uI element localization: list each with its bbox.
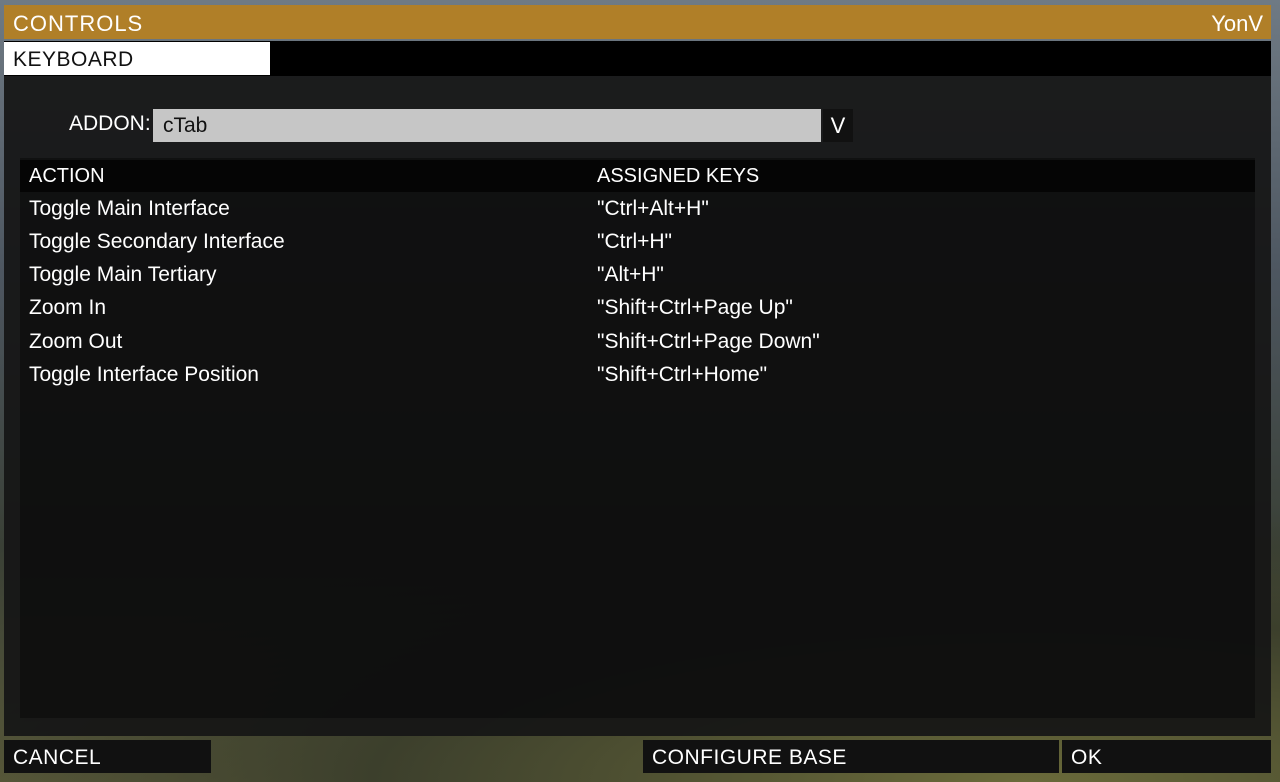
tab-bar: KEYBOARD bbox=[4, 41, 1271, 76]
cancel-button[interactable]: CANCEL bbox=[4, 740, 211, 773]
action-cell: Toggle Interface Position bbox=[29, 363, 259, 386]
keys-cell: "Ctrl+H" bbox=[597, 230, 672, 253]
keys-cell: "Ctrl+Alt+H" bbox=[597, 197, 709, 220]
addon-label: ADDON: bbox=[69, 112, 151, 135]
table-row[interactable]: Toggle Secondary Interface "Ctrl+H" bbox=[20, 226, 1255, 259]
title-bar: CONTROLS YonV bbox=[4, 5, 1271, 39]
keys-cell: "Shift+Ctrl+Page Down" bbox=[597, 330, 820, 353]
tab-keyboard[interactable]: KEYBOARD bbox=[4, 42, 270, 75]
action-cell: Toggle Main Interface bbox=[29, 197, 230, 220]
keys-cell: "Shift+Ctrl+Page Up" bbox=[597, 296, 793, 319]
addon-select[interactable]: cTab bbox=[153, 109, 821, 142]
action-cell: Zoom In bbox=[29, 296, 107, 319]
user-name: YonV bbox=[1211, 11, 1263, 36]
table-header: ACTION ASSIGNED KEYS bbox=[20, 160, 1255, 192]
chevron-down-icon[interactable]: V bbox=[823, 109, 853, 142]
action-cell: Zoom Out bbox=[29, 330, 123, 353]
keybind-table: ACTION ASSIGNED KEYS Toggle Main Interfa… bbox=[20, 158, 1255, 718]
table-row[interactable]: Toggle Main Interface "Ctrl+Alt+H" bbox=[20, 193, 1255, 226]
table-row[interactable]: Toggle Main Tertiary "Alt+H" bbox=[20, 259, 1255, 292]
action-cell: Toggle Main Tertiary bbox=[29, 263, 217, 286]
table-row[interactable]: Zoom In "Shift+Ctrl+Page Up" bbox=[20, 292, 1255, 325]
keys-cell: "Alt+H" bbox=[597, 263, 664, 286]
configure-base-button[interactable]: CONFIGURE BASE bbox=[643, 740, 1059, 773]
table-row[interactable]: Toggle Interface Position "Shift+Ctrl+Ho… bbox=[20, 359, 1255, 392]
table-row[interactable]: Zoom Out "Shift+Ctrl+Page Down" bbox=[20, 326, 1255, 359]
window-title: CONTROLS bbox=[13, 11, 144, 36]
keys-cell: "Shift+Ctrl+Home" bbox=[597, 363, 768, 386]
ok-button[interactable]: OK bbox=[1062, 740, 1271, 773]
action-cell: Toggle Secondary Interface bbox=[29, 230, 285, 253]
column-header-action: ACTION bbox=[29, 165, 105, 187]
column-header-assigned-keys: ASSIGNED KEYS bbox=[597, 165, 760, 187]
